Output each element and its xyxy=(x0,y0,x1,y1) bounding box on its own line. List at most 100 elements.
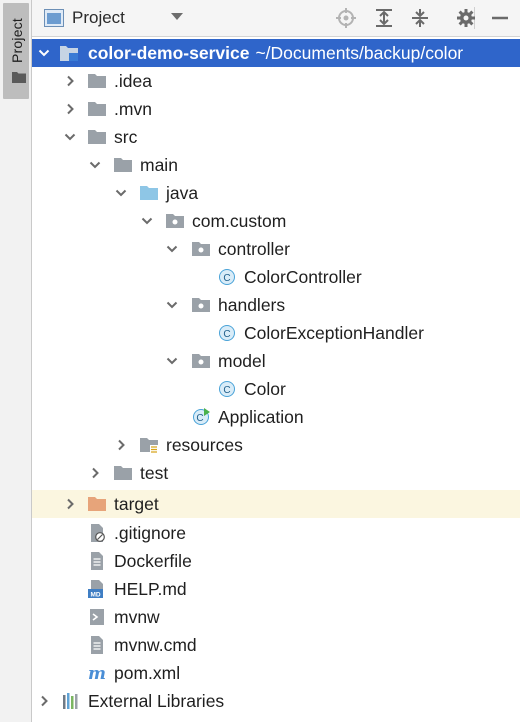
tree-row-external-libraries[interactable]: External Libraries xyxy=(32,687,520,715)
tree-label: ColorExceptionHandler xyxy=(244,323,424,343)
folder-icon xyxy=(114,158,132,172)
view-selector-label[interactable]: Project xyxy=(72,8,125,28)
tree-label: mvnw xyxy=(114,607,160,627)
tree-label: target xyxy=(114,494,159,514)
maven-file-icon: m xyxy=(88,664,106,682)
markdown-file-icon: MD xyxy=(88,580,103,599)
tree-row-mvnw-cmd[interactable]: mvnw.cmd xyxy=(32,631,520,659)
ignored-file-icon xyxy=(91,524,105,542)
tool-window-strip: Project xyxy=(0,0,32,722)
tree-row-root[interactable]: color-demo-service ~/Documents/backup/col… xyxy=(32,39,520,67)
tree-row-controller[interactable]: controller xyxy=(32,235,520,263)
tree-label: pom.xml xyxy=(114,663,181,683)
chevron-right-icon[interactable] xyxy=(38,695,50,707)
collapse-all-icon xyxy=(412,9,428,27)
tree-row-help-md[interactable]: MD HELP.md xyxy=(32,575,520,603)
chevron-down-icon[interactable] xyxy=(170,11,184,21)
crosshair-icon xyxy=(336,8,356,28)
package-icon xyxy=(192,354,210,368)
tree-row-src[interactable]: src xyxy=(32,123,520,151)
tree-row-color[interactable]: C Color xyxy=(32,375,520,403)
chevron-down-icon[interactable] xyxy=(166,355,178,367)
tree-label-root: color-demo-service ~/Documents/backup/col… xyxy=(88,43,463,64)
class-icon: C xyxy=(219,381,235,397)
tree-label: .gitignore xyxy=(114,523,186,543)
tree-row-main[interactable]: main xyxy=(32,151,520,179)
folder-icon xyxy=(88,130,106,144)
hide-panel-button[interactable] xyxy=(488,6,512,30)
chevron-right-icon[interactable] xyxy=(64,498,76,510)
chevron-down-icon[interactable] xyxy=(64,131,76,143)
tree-label: test xyxy=(140,463,169,483)
collapse-all-button[interactable] xyxy=(408,6,432,30)
chevron-down-icon[interactable] xyxy=(141,215,153,227)
svg-text:MD: MD xyxy=(90,592,100,599)
tree-label: Color xyxy=(244,379,286,399)
chevron-down-icon[interactable] xyxy=(89,159,101,171)
chevron-down-icon[interactable] xyxy=(38,47,50,59)
tree-label: model xyxy=(218,351,266,371)
locate-button[interactable] xyxy=(334,6,358,30)
tree-row-java[interactable]: java xyxy=(32,179,520,207)
package-icon xyxy=(192,242,210,256)
tree-label: Application xyxy=(218,407,304,427)
svg-text:m: m xyxy=(88,664,106,682)
tree-row-idea[interactable]: .idea xyxy=(32,67,520,95)
project-tool-tab-label: Project xyxy=(9,18,25,63)
excluded-folder-icon xyxy=(88,497,106,511)
tree-row-application[interactable]: C Application xyxy=(32,403,520,431)
chevron-right-icon[interactable] xyxy=(115,439,127,451)
expand-all-icon xyxy=(376,9,392,27)
tree-row-target[interactable]: target xyxy=(32,490,520,518)
project-panel-header: Project xyxy=(32,0,520,37)
project-view-icon xyxy=(44,9,64,27)
class-icon: C xyxy=(219,269,235,285)
tree-row-mvn[interactable]: .mvn xyxy=(32,95,520,123)
tree-row-pom-xml[interactable]: m pom.xml xyxy=(32,659,520,687)
project-tree: color-demo-service ~/Documents/backup/col… xyxy=(32,37,520,722)
tree-row-dockerfile[interactable]: Dockerfile xyxy=(32,547,520,575)
text-file-icon xyxy=(91,636,103,654)
project-tool-tab[interactable]: Project xyxy=(3,3,29,99)
package-icon xyxy=(192,298,210,312)
tree-row-resources[interactable]: resources xyxy=(32,431,520,459)
tree-row-color-controller[interactable]: C ColorController xyxy=(32,263,520,291)
library-icon xyxy=(63,693,78,709)
tree-row-gitignore[interactable]: .gitignore xyxy=(32,519,520,547)
chevron-down-icon[interactable] xyxy=(166,243,178,255)
tree-label: resources xyxy=(166,435,243,455)
tree-label: Dockerfile xyxy=(114,551,192,571)
expand-all-button[interactable] xyxy=(372,6,396,30)
tree-row-handlers[interactable]: handlers xyxy=(32,291,520,319)
tree-label: com.custom xyxy=(192,211,287,231)
settings-button[interactable] xyxy=(454,6,478,30)
svg-text:C: C xyxy=(223,329,230,340)
tree-row-color-exception-handler[interactable]: C ColorExceptionHandler xyxy=(32,319,520,347)
tree-label: java xyxy=(166,183,199,203)
folder-icon xyxy=(88,74,106,88)
module-folder-icon xyxy=(60,46,78,61)
chevron-right-icon[interactable] xyxy=(64,103,76,115)
tree-label: handlers xyxy=(218,295,286,315)
tree-label: External Libraries xyxy=(88,691,225,711)
runnable-class-icon: C xyxy=(193,408,210,425)
tree-label: .mvn xyxy=(114,99,152,119)
project-path: ~/Documents/backup/color xyxy=(255,43,464,63)
tree-row-com-custom[interactable]: com.custom xyxy=(32,207,520,235)
tree-label: controller xyxy=(218,239,290,259)
chevron-down-icon[interactable] xyxy=(115,187,127,199)
folder-icon xyxy=(114,466,132,480)
chevron-right-icon[interactable] xyxy=(64,75,76,87)
tree-row-mvnw[interactable]: mvnw xyxy=(32,603,520,631)
tree-label: ColorController xyxy=(244,267,362,287)
svg-text:C: C xyxy=(223,273,230,284)
text-file-icon xyxy=(91,552,103,570)
chevron-right-icon[interactable] xyxy=(89,467,101,479)
tree-row-test[interactable]: test xyxy=(32,459,520,487)
resources-folder-icon xyxy=(140,438,158,454)
tree-row-model[interactable]: model xyxy=(32,347,520,375)
chevron-down-icon[interactable] xyxy=(166,299,178,311)
svg-text:C: C xyxy=(196,413,203,424)
project-name: color-demo-service xyxy=(88,43,250,63)
package-icon xyxy=(166,214,184,228)
